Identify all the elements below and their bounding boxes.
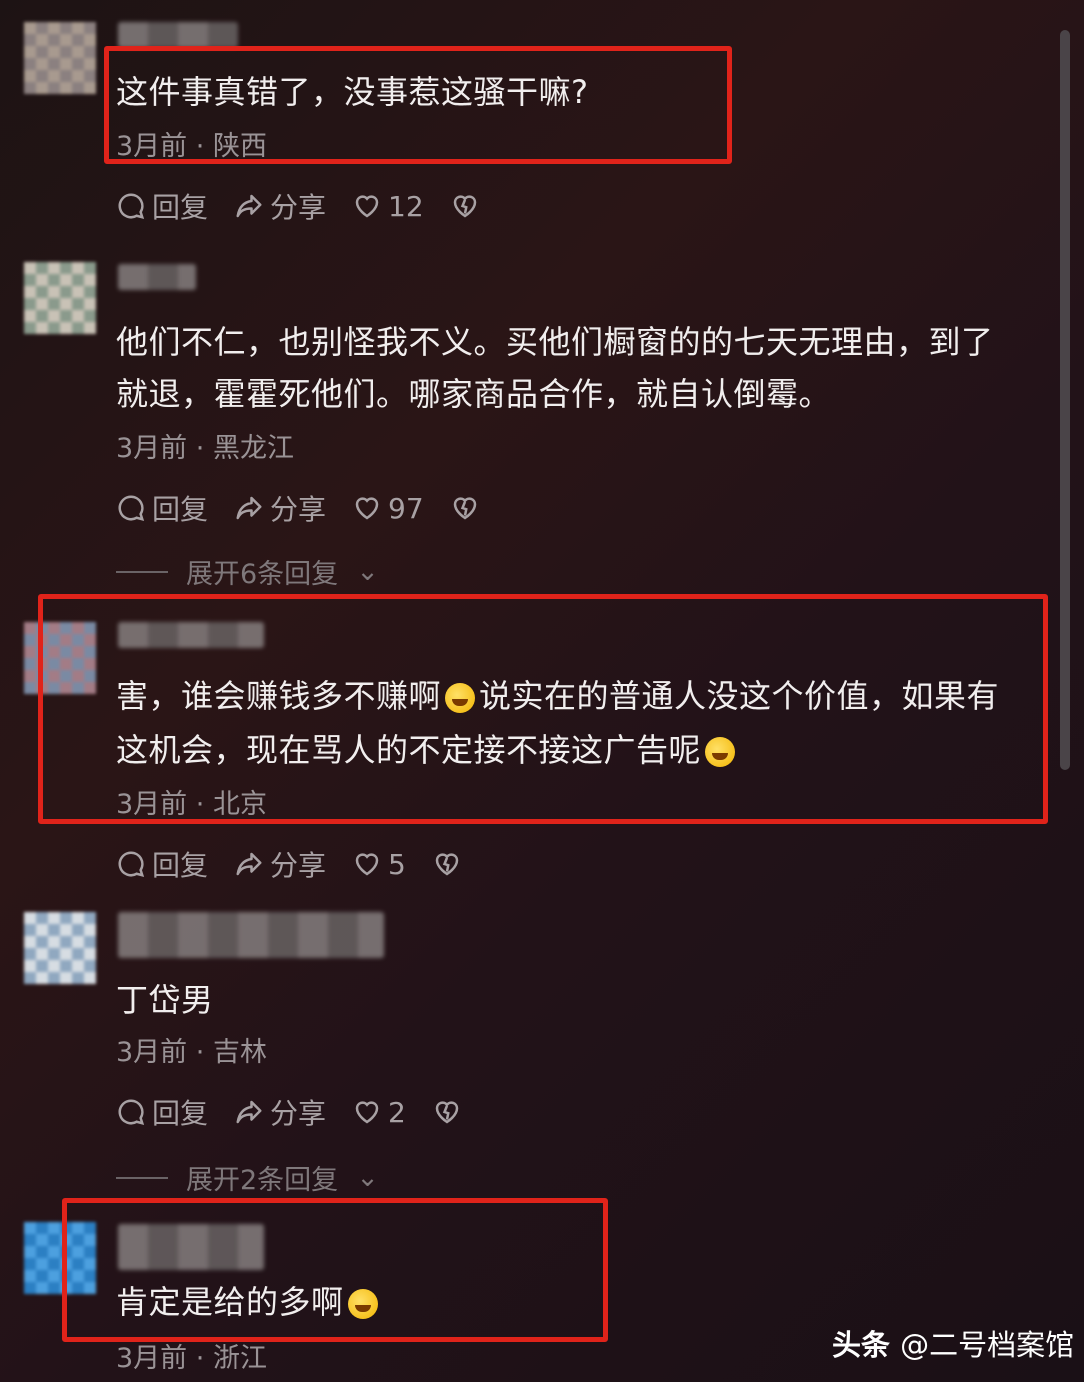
dislike-button[interactable] <box>432 1097 462 1127</box>
like-button[interactable]: 2 <box>352 1096 406 1129</box>
watermark: 头条 @二号档案馆 <box>832 1322 1074 1364</box>
heart-icon <box>355 195 379 218</box>
divider <box>116 570 168 573</box>
avatar[interactable] <box>24 22 96 94</box>
share-arrow-icon <box>236 1100 262 1124</box>
share-label: 分享 <box>270 493 327 526</box>
comment-time: 3月前 <box>116 433 188 464</box>
reply-button[interactable]: 回复 <box>116 844 208 884</box>
meta-separator: · <box>195 433 205 464</box>
comment-bubble-icon <box>118 1099 145 1126</box>
like-count: 97 <box>388 491 424 525</box>
dislike-button[interactable] <box>432 849 462 879</box>
like-count: 5 <box>388 847 406 881</box>
share-arrow-icon <box>236 852 262 876</box>
share-arrow-icon <box>236 496 262 520</box>
reply-button[interactable]: 回复 <box>116 186 208 226</box>
like-count: 12 <box>388 189 424 223</box>
reply-label: 回复 <box>152 849 209 882</box>
avatar[interactable] <box>24 262 96 334</box>
share-button[interactable]: 分享 <box>234 488 326 528</box>
expand-label: 展开6条回复 <box>186 559 339 590</box>
divider <box>116 1176 168 1179</box>
broken-heart-icon <box>435 1101 459 1124</box>
username-blurred[interactable] <box>118 22 238 48</box>
expand-replies-button[interactable]: 展开6条回复 ⌄ <box>116 552 379 591</box>
comment-bubble-icon <box>118 495 145 522</box>
expand-replies-button[interactable]: 展开2条回复 ⌄ <box>116 1158 379 1197</box>
meta-separator: · <box>195 1343 205 1374</box>
like-button[interactable]: 5 <box>352 848 406 881</box>
reply-button[interactable]: 回复 <box>116 1092 208 1132</box>
comment-bubble-icon <box>118 193 145 220</box>
comment-location: 浙江 <box>212 1343 267 1374</box>
share-label: 分享 <box>270 849 327 882</box>
username-blurred[interactable] <box>118 912 384 958</box>
like-button[interactable]: 12 <box>352 190 424 223</box>
highlight-box <box>38 594 1048 824</box>
share-button[interactable]: 分享 <box>234 844 326 884</box>
reply-label: 回复 <box>152 191 209 224</box>
watermark-brand: 头条 <box>832 1328 891 1362</box>
comment-meta: 3月前 · 黑龙江 <box>116 426 294 465</box>
like-button[interactable]: 97 <box>352 492 424 525</box>
dislike-button[interactable] <box>450 493 480 523</box>
chevron-down-icon: ⌄ <box>356 556 379 587</box>
share-label: 分享 <box>270 1097 327 1130</box>
expand-label: 展开2条回复 <box>186 1165 339 1196</box>
avatar[interactable] <box>24 912 96 984</box>
username-blurred[interactable] <box>118 264 196 290</box>
meta-separator: · <box>195 1037 205 1068</box>
comment-text-line: 就退，霍霍死他们。哪家商品合作，就自认倒霉。 <box>116 375 832 413</box>
scrollbar[interactable] <box>1060 30 1070 770</box>
watermark-author: @二号档案馆 <box>900 1328 1075 1362</box>
comment-time: 3月前 <box>116 1037 188 1068</box>
comment-actions: 回复 分享 2 <box>116 1092 462 1132</box>
comment-text-line: 他们不仁，也别怪我不义。买他们橱窗的的七天无理由，到了 <box>116 323 994 361</box>
comment-bubble-icon <box>118 851 145 878</box>
highlight-box <box>104 46 732 164</box>
highlight-box <box>62 1198 608 1342</box>
broken-heart-icon <box>435 853 459 876</box>
comment-actions: 回复 分享 5 <box>116 844 462 884</box>
heart-icon <box>355 1101 379 1124</box>
share-button[interactable]: 分享 <box>234 186 326 226</box>
reply-button[interactable]: 回复 <box>116 488 208 528</box>
share-arrow-icon <box>236 194 262 218</box>
chevron-down-icon: ⌄ <box>356 1162 379 1193</box>
dislike-button[interactable] <box>450 191 480 221</box>
comment-location: 黑龙江 <box>212 433 294 464</box>
comment-actions: 回复 分享 97 <box>116 488 480 528</box>
broken-heart-icon <box>453 497 476 520</box>
reply-label: 回复 <box>152 1097 209 1130</box>
comment-location: 吉林 <box>212 1037 267 1068</box>
comment-meta: 3月前 · 吉林 <box>116 1030 267 1069</box>
comment-text: 丁岱男 <box>116 981 214 1019</box>
comment-time: 3月前 <box>116 1343 188 1374</box>
heart-icon <box>355 853 379 876</box>
reply-label: 回复 <box>152 493 209 526</box>
share-label: 分享 <box>270 191 327 224</box>
like-count: 2 <box>388 1095 406 1129</box>
heart-icon <box>355 497 379 520</box>
share-button[interactable]: 分享 <box>234 1092 326 1132</box>
broken-heart-icon <box>453 195 476 218</box>
comment-actions: 回复 分享 12 <box>116 186 480 226</box>
